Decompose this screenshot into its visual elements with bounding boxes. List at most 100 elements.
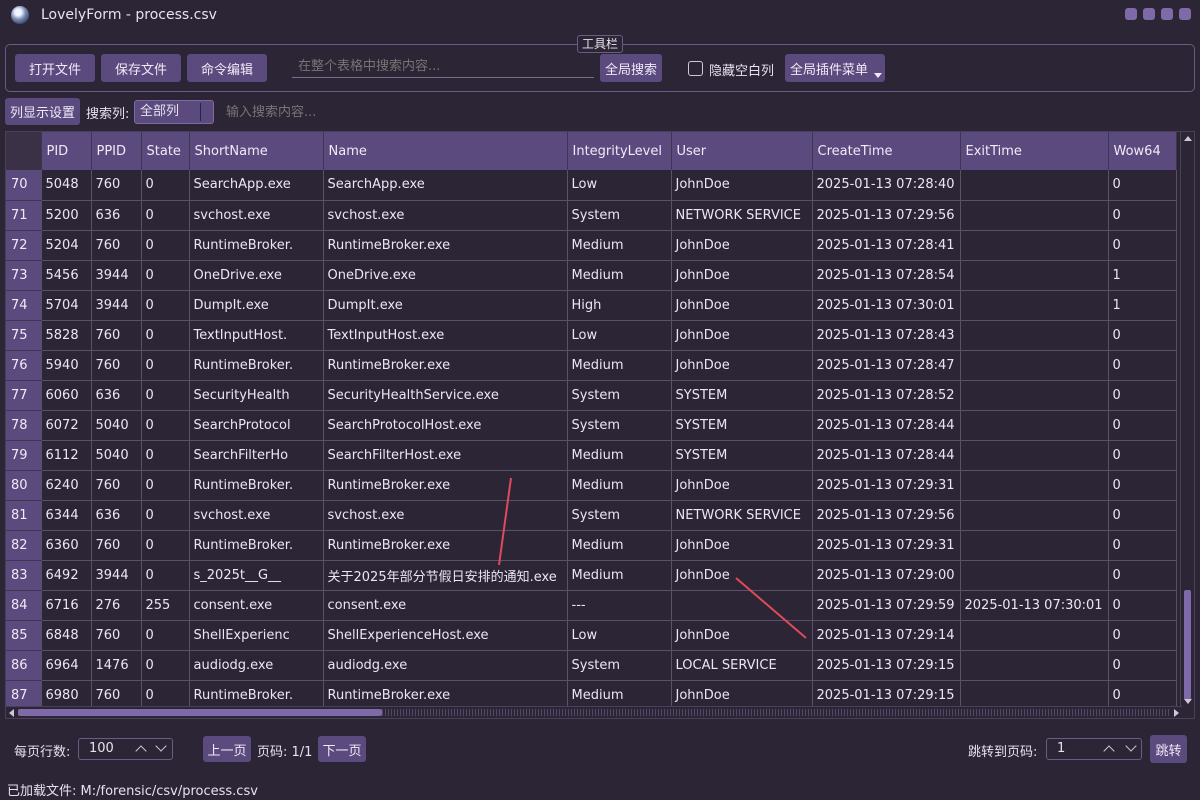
table-cell[interactable]: 0 bbox=[1108, 410, 1177, 441]
table-cell[interactable]: 3944 bbox=[91, 260, 142, 291]
table-cell[interactable]: 5040 bbox=[91, 440, 142, 471]
table-cell[interactable]: s_2025t__G__ bbox=[189, 560, 324, 591]
table-row[interactable]: 79 6112 5040 0 SearchFilterHo SearchFilterHos… bbox=[6, 440, 1177, 471]
table-cell[interactable]: RuntimeBroker. bbox=[189, 350, 324, 381]
restore-button[interactable] bbox=[1161, 8, 1173, 20]
table-cell[interactable]: 0 bbox=[1108, 440, 1177, 471]
row-number[interactable]: 80 bbox=[6, 470, 42, 501]
table-cell[interactable]: System bbox=[567, 500, 672, 531]
table-cell[interactable]: OneDrive.exe bbox=[323, 260, 568, 291]
table-cell[interactable] bbox=[960, 260, 1109, 291]
table-cell[interactable] bbox=[960, 500, 1109, 531]
table-cell[interactable]: TextInputHost. bbox=[189, 320, 324, 351]
chevron-down-icon[interactable] bbox=[1125, 740, 1137, 752]
chevron-up-icon[interactable] bbox=[1103, 745, 1115, 757]
prev-page-button[interactable]: 上一页 bbox=[203, 736, 251, 762]
table-cell[interactable]: RuntimeBroker.exe bbox=[323, 350, 568, 381]
table-cell[interactable]: 6072 bbox=[41, 410, 92, 441]
table-cell[interactable]: 760 bbox=[91, 320, 142, 351]
table-cell[interactable]: 2025-01-13 07:28:54 bbox=[812, 260, 961, 291]
table-cell[interactable]: 关于2025年部分节假日安排的通知.exe bbox=[323, 560, 568, 591]
table-cell[interactable]: SecurityHealth bbox=[189, 380, 324, 411]
chevron-up-icon[interactable] bbox=[135, 745, 147, 757]
table-cell[interactable]: 0 bbox=[1108, 470, 1177, 501]
column-header-name[interactable]: Name bbox=[323, 132, 568, 170]
table-cell[interactable] bbox=[960, 380, 1109, 411]
table-cell[interactable]: 0 bbox=[1108, 320, 1177, 351]
table-cell[interactable]: 0 bbox=[141, 380, 190, 411]
table-cell[interactable]: 0 bbox=[141, 230, 190, 261]
table-cell[interactable]: System bbox=[567, 650, 672, 681]
table-cell[interactable]: svchost.exe bbox=[323, 200, 568, 231]
table-row[interactable]: 81 6344 636 0 svchost.exe svchost.exe System NE… bbox=[6, 500, 1177, 531]
table-cell[interactable]: SearchProtocol bbox=[189, 410, 324, 441]
chevron-down-icon[interactable] bbox=[155, 740, 167, 752]
table-cell[interactable]: 2025-01-13 07:28:44 bbox=[812, 440, 961, 471]
table-cell[interactable]: Medium bbox=[567, 350, 672, 381]
table-cell[interactable]: 0 bbox=[1108, 590, 1177, 621]
table-cell[interactable]: ShellExperienceHost.exe bbox=[323, 620, 568, 651]
row-number[interactable]: 74 bbox=[6, 290, 42, 321]
table-cell[interactable]: SYSTEM bbox=[671, 440, 813, 471]
table-cell[interactable]: System bbox=[567, 200, 672, 231]
table-cell[interactable]: JohnDoe bbox=[671, 260, 813, 291]
table-cell[interactable]: 2025-01-13 07:28:44 bbox=[812, 410, 961, 441]
table-cell[interactable]: SearchFilterHost.exe bbox=[323, 440, 568, 471]
table-cell[interactable]: 2025-01-13 07:28:52 bbox=[812, 380, 961, 411]
table-cell[interactable]: 2025-01-13 07:29:59 bbox=[812, 590, 961, 621]
row-number[interactable]: 81 bbox=[6, 500, 42, 531]
table-cell[interactable]: JohnDoe bbox=[671, 320, 813, 351]
hide-blank-columns-checkbox[interactable] bbox=[688, 61, 703, 76]
scroll-left-icon[interactable] bbox=[9, 709, 14, 717]
table-cell[interactable] bbox=[960, 620, 1109, 651]
table-cell[interactable]: 3944 bbox=[91, 290, 142, 321]
table-cell[interactable]: 0 bbox=[1108, 350, 1177, 381]
table-cell[interactable]: 1 bbox=[1108, 260, 1177, 291]
table-cell[interactable]: 0 bbox=[1108, 200, 1177, 231]
table-cell[interactable]: RuntimeBroker.exe bbox=[323, 530, 568, 561]
row-number[interactable]: 83 bbox=[6, 560, 42, 591]
global-search-button[interactable]: 全局搜索 bbox=[600, 54, 662, 82]
scroll-up-icon[interactable] bbox=[1184, 136, 1192, 141]
search-column-select[interactable]: 全部列 bbox=[134, 100, 214, 124]
table-cell[interactable]: 760 bbox=[91, 170, 142, 201]
table-cell[interactable]: 0 bbox=[141, 560, 190, 591]
column-header-wow64[interactable]: Wow64 bbox=[1108, 132, 1177, 170]
table-cell[interactable]: 0 bbox=[141, 530, 190, 561]
table-cell[interactable]: audiodg.exe bbox=[189, 650, 324, 681]
table-cell[interactable]: 636 bbox=[91, 380, 142, 411]
table-cell[interactable]: 2025-01-13 07:28:43 bbox=[812, 320, 961, 351]
table-cell[interactable]: DumpIt.exe bbox=[323, 290, 568, 321]
table-cell[interactable]: JohnDoe bbox=[671, 170, 813, 201]
table-cell[interactable]: 2025-01-13 07:29:15 bbox=[812, 650, 961, 681]
table-cell[interactable]: 2025-01-13 07:28:47 bbox=[812, 350, 961, 381]
column-header-ppid[interactable]: PPID bbox=[91, 132, 142, 170]
table-cell[interactable]: Medium bbox=[567, 530, 672, 561]
row-number[interactable]: 82 bbox=[6, 530, 42, 561]
column-header-integritylevel[interactable]: IntegrityLevel bbox=[567, 132, 672, 170]
table-row[interactable]: 72 5204 760 0 RuntimeBroker. RuntimeBroker.ex… bbox=[6, 230, 1177, 261]
table-cell[interactable] bbox=[960, 530, 1109, 561]
table-cell[interactable]: 2025-01-13 07:29:56 bbox=[812, 500, 961, 531]
table-cell[interactable]: 276 bbox=[91, 590, 142, 621]
table-cell[interactable]: High bbox=[567, 290, 672, 321]
table-cell[interactable] bbox=[960, 350, 1109, 381]
row-number[interactable]: 85 bbox=[6, 620, 42, 651]
table-cell[interactable]: Medium bbox=[567, 440, 672, 471]
column-header-user[interactable]: User bbox=[671, 132, 813, 170]
column-settings-button[interactable]: 列显示设置 bbox=[5, 98, 80, 125]
table-cell[interactable]: Low bbox=[567, 320, 672, 351]
table-cell[interactable]: System bbox=[567, 410, 672, 441]
table-cell[interactable]: 255 bbox=[141, 590, 190, 621]
table-cell[interactable]: 5704 bbox=[41, 290, 92, 321]
table-cell[interactable]: 5204 bbox=[41, 230, 92, 261]
table-cell[interactable]: 0 bbox=[141, 440, 190, 471]
table-row[interactable]: 75 5828 760 0 TextInputHost. TextInputHost.ex… bbox=[6, 320, 1177, 351]
table-cell[interactable]: audiodg.exe bbox=[323, 650, 568, 681]
table-cell[interactable]: JohnDoe bbox=[671, 350, 813, 381]
table-cell[interactable] bbox=[960, 410, 1109, 441]
table-cell[interactable]: SearchApp.exe bbox=[323, 170, 568, 201]
table-cell[interactable]: 636 bbox=[91, 200, 142, 231]
table-row[interactable]: 74 5704 3944 0 DumpIt.exe DumpIt.exe High JohnD… bbox=[6, 290, 1177, 321]
table-cell[interactable]: 0 bbox=[141, 320, 190, 351]
